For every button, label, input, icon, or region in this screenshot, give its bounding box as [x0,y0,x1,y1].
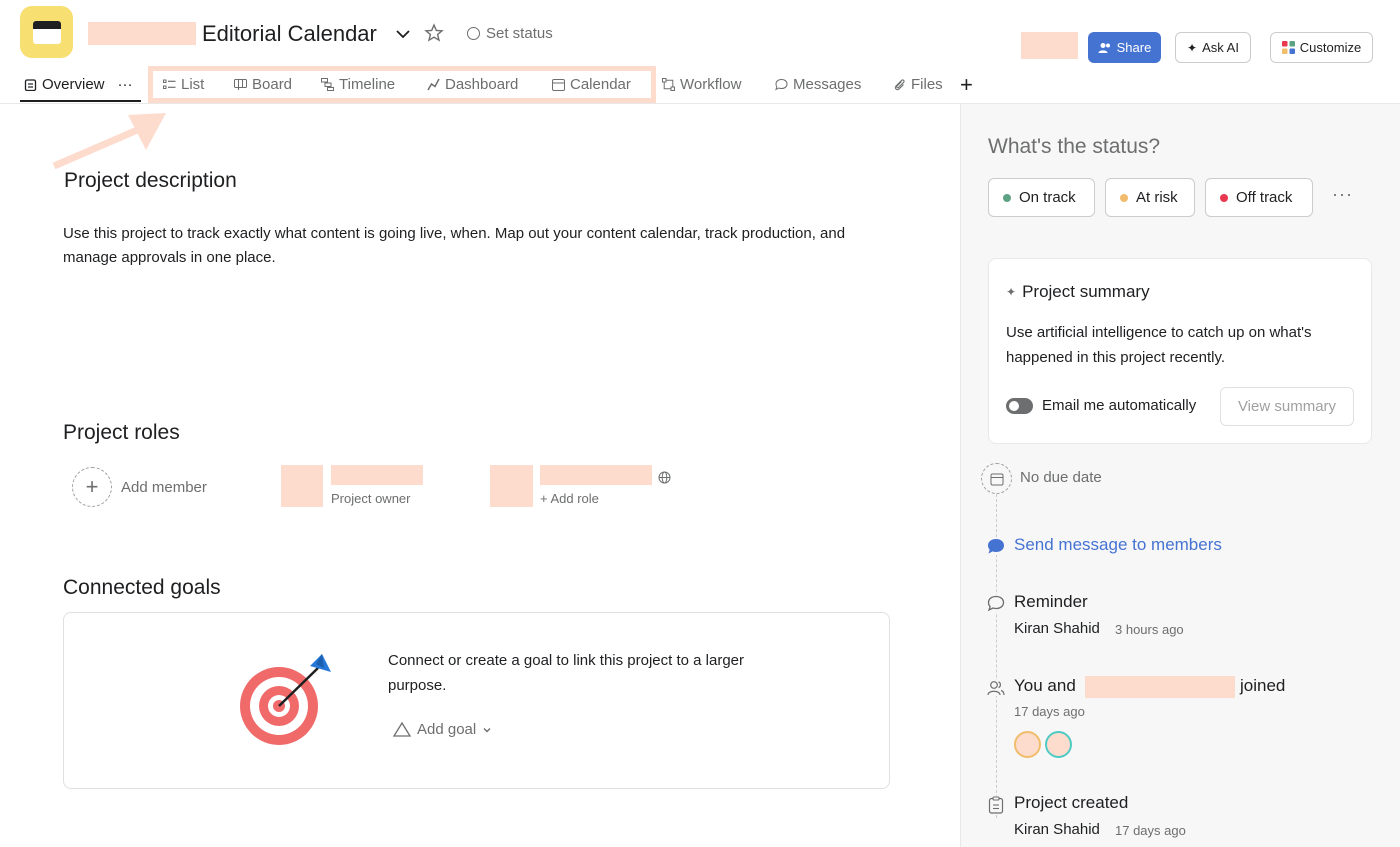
created-author[interactable]: Kiran Shahid [1014,821,1100,838]
at-risk-button[interactable]: At risk [1105,178,1195,217]
joined-time: 17 days ago [1014,704,1085,719]
green-dot-icon [1003,193,1011,202]
status-more-icon[interactable]: ··· [1332,184,1353,205]
customize-label: Customize [1299,40,1362,55]
share-label: Share [1116,40,1152,55]
calendar-icon [32,21,61,44]
project-summary-body: Use artificial intelligence to catch up … [1006,324,1312,366]
red-dot-icon [1220,193,1228,202]
star-icon[interactable] [424,23,444,43]
reminder-time: 3 hours ago [1115,622,1184,637]
sparkle-icon: ✦ [1006,285,1017,299]
email-automatically-label: Email me automatically [1042,397,1197,414]
project-roles-heading: Project roles [63,421,180,444]
clipboard-icon [24,79,37,91]
annotation-arrow [52,113,166,170]
at-risk-label: At risk [1136,189,1178,206]
chevron-down-icon [483,727,491,732]
annotation-highlight-box [148,66,656,103]
plus-icon: + [72,467,112,507]
add-member-button[interactable]: + Add member [72,467,207,507]
send-message-link[interactable]: Send message to members [1014,535,1222,555]
triangle-goal-icon [393,722,411,737]
customize-button[interactable]: Customize [1270,32,1373,63]
connected-goals-card [63,612,890,789]
view-summary-button[interactable]: View summary [1220,387,1354,426]
connected-goals-heading: Connected goals [63,576,221,599]
project-created-title: Project created [1014,793,1129,812]
joined-suffix: joined [1240,676,1286,695]
owner-name [331,465,423,485]
on-track-button[interactable]: On track [988,178,1095,217]
project-owner-label: Project owner [331,491,411,506]
owner-avatar [281,465,323,507]
yellow-dot-icon [1120,193,1128,202]
message-bubble-icon [987,538,1005,555]
tab-messages-label: Messages [793,76,862,93]
redacted-member-name [1085,676,1235,698]
status-circle-icon [467,27,480,40]
created-time: 17 days ago [1115,823,1186,838]
project-description-text[interactable]: Use this project to track exactly what c… [63,222,893,270]
member-name [540,465,652,485]
people-icon [1098,42,1110,53]
add-tab-button[interactable]: + [960,72,973,98]
tab-messages[interactable]: Messages [775,76,861,93]
due-date-button[interactable] [981,463,1012,494]
tab-workflow[interactable]: Workflow [662,76,741,93]
paperclip-icon [894,79,905,91]
member-avatar [490,465,533,507]
project-title: Editorial Calendar [202,21,377,46]
comment-icon [987,595,1005,612]
target-icon [240,654,331,745]
reminder-author[interactable]: Kiran Shahid [1014,620,1100,637]
tab-files-label: Files [911,76,943,93]
avatar[interactable] [1045,731,1072,758]
active-tab-underline [20,100,141,102]
tab-files[interactable]: Files [893,76,943,93]
share-button[interactable]: Share [1088,32,1161,63]
calendar-icon [990,473,1003,485]
project-app-icon[interactable] [20,6,73,58]
add-goal-label: Add goal [417,721,477,738]
project-summary-title: ✦ Project summary [1006,282,1150,302]
tab-overview-label: Overview [42,76,105,93]
set-status-label: Set status [486,25,553,42]
email-toggle[interactable] [1006,398,1033,414]
on-track-label: On track [1019,189,1076,206]
sparkle-icon: ✦ [1187,40,1198,55]
project-summary-label: Project summary [1022,282,1150,301]
off-track-label: Off track [1236,189,1293,206]
set-status-button[interactable]: Set status [467,25,553,42]
ask-ai-button[interactable]: ✦ Ask AI [1175,32,1251,63]
ask-ai-label: Ask AI [1202,40,1239,55]
no-due-date-label[interactable]: No due date [1020,469,1102,486]
avatar[interactable] [1014,731,1041,758]
goal-prompt-text: Connect or create a goal to link this pr… [388,652,745,694]
redacted-workspace-name [88,22,196,45]
off-track-button[interactable]: Off track [1205,178,1313,217]
add-member-label: Add member [121,478,207,496]
globe-icon [658,471,671,484]
customize-grid-icon [1281,41,1295,54]
add-goal-button[interactable]: Add goal [393,721,492,738]
status-question: What's the status? [988,135,1161,158]
tab-overview[interactable]: Overview ··· [24,76,133,93]
workflow-icon [662,78,675,91]
clipboard-icon [988,796,1004,814]
chevron-down-icon[interactable] [393,24,413,44]
reminder-title[interactable]: Reminder [1014,592,1088,612]
people-icon [987,680,1005,696]
tab-workflow-label: Workflow [680,76,742,93]
project-description-heading: Project description [64,169,237,192]
add-role-link[interactable]: + Add role [540,491,599,506]
redacted-member-avatars [1021,32,1078,59]
message-icon [775,78,788,91]
overview-more-icon[interactable]: ··· [118,76,133,93]
joined-prefix: You and [1014,676,1076,695]
